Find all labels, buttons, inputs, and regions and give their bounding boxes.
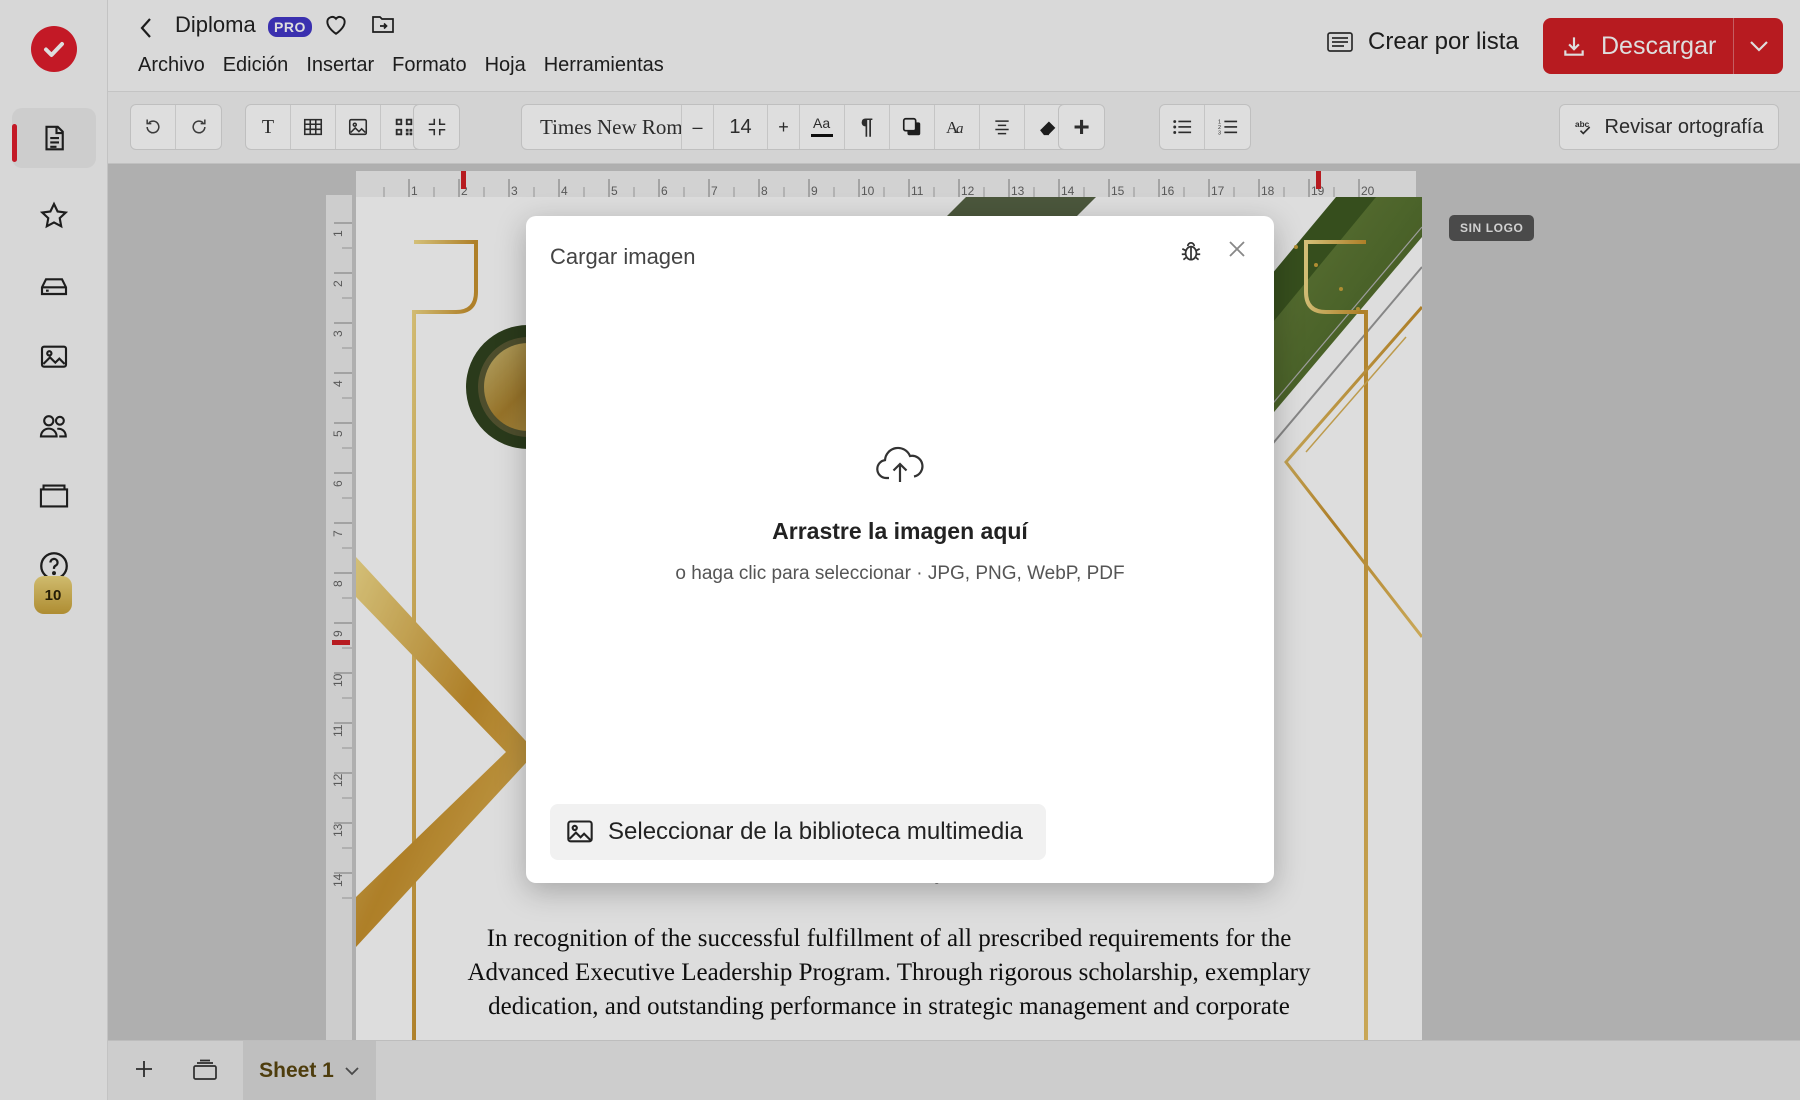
select-from-library-button[interactable]: Seleccionar de la biblioteca multimedia <box>550 804 1046 860</box>
library-button-label: Seleccionar de la biblioteca multimedia <box>608 818 1023 845</box>
dialog-title: Cargar imagen <box>550 244 696 269</box>
image-icon <box>567 820 593 843</box>
upload-image-dialog: Cargar imagen Arrastre la imagen aquí o … <box>526 216 1274 883</box>
dropzone-title: Arrastre la imagen aquí <box>772 518 1028 544</box>
close-icon <box>1229 241 1245 257</box>
report-bug-button[interactable] <box>1178 238 1204 264</box>
image-dropzone[interactable]: Arrastre la imagen aquí o haga clic para… <box>526 446 1274 585</box>
cloud-upload-icon <box>875 446 925 486</box>
bug-icon <box>1181 242 1201 261</box>
close-dialog-button[interactable] <box>1228 240 1246 258</box>
dropzone-subtitle: o haga clic para seleccionar · JPG, PNG,… <box>675 563 1125 584</box>
